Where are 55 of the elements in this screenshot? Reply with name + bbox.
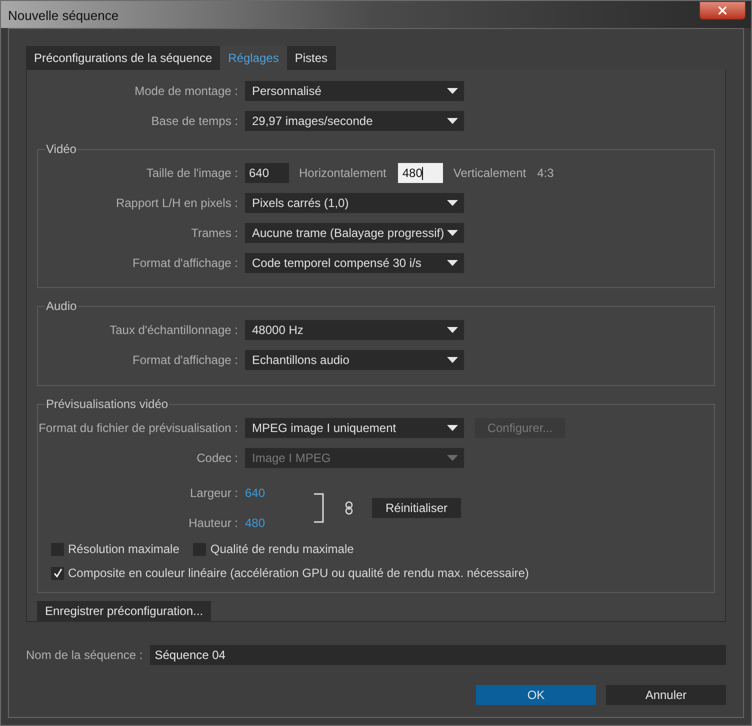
save-preset-button[interactable]: Enregistrer préconfiguration... <box>37 601 211 621</box>
field-label: Format d'affichage : <box>132 352 238 369</box>
close-button[interactable] <box>699 1 746 20</box>
dropdown[interactable]: 48000 Hz <box>245 320 464 340</box>
ok-button[interactable]: OK <box>476 685 596 705</box>
field-label: Mode de montage : <box>134 83 238 100</box>
tab[interactable]: Pistes <box>286 46 336 70</box>
checkbox[interactable] <box>51 566 64 580</box>
bracket-icon <box>314 493 324 523</box>
field-label: Verticalement <box>453 165 526 182</box>
field-label: Taux d'échantillonnage : <box>110 322 238 339</box>
dropdown-arrow-icon <box>447 260 458 266</box>
dropdown[interactable]: Personnalisé <box>245 81 464 101</box>
dropdown-arrow-icon <box>447 200 458 206</box>
dropdown-arrow-icon <box>447 230 458 236</box>
aspect-ratio: 4:3 <box>537 165 554 182</box>
dropdown-arrow-icon <box>447 356 458 364</box>
field-label: Codec : <box>196 450 238 467</box>
dropdown[interactable]: Pixels carrés (1,0) <box>245 193 464 213</box>
sequence-name-field[interactable]: Séquence 04 <box>150 645 726 665</box>
checkbox[interactable] <box>51 542 64 556</box>
field-label: Format du fichier de prévisualisation : <box>38 420 238 437</box>
dropdown-arrow-icon <box>447 326 458 334</box>
dropdown-arrow-icon <box>447 118 458 124</box>
dropdown[interactable]: 29,97 images/seconde <box>245 111 464 131</box>
checkbox-label: Qualité de rendu maximale <box>210 541 354 558</box>
dropdown[interactable]: MPEG image I uniquement <box>245 418 464 438</box>
window-title: Nouvelle séquence <box>8 7 119 25</box>
dropdown[interactable]: Code temporel compensé 30 i/s <box>245 253 464 273</box>
field-label: Trames : <box>191 225 238 242</box>
field-label: Largeur : <box>190 485 238 502</box>
dropdown-arrow-icon <box>447 454 458 462</box>
close-icon <box>716 4 729 17</box>
dropdown-arrow-icon <box>447 88 458 94</box>
field-label: Horizontalement <box>299 165 386 182</box>
tab[interactable]: Préconfigurations de la séquence <box>26 46 220 70</box>
checkbox[interactable] <box>193 542 206 556</box>
checkbox-label: Composite en couleur linéaire (accélération GPU ou qualité de rendu max. nécessaire) <box>68 565 529 582</box>
field-label: Hauteur : <box>188 515 238 532</box>
checkbox-label: Résolution maximale <box>68 541 180 558</box>
field-label: Taille de l'image : <box>146 165 238 182</box>
reset-button[interactable]: Réinitialiser <box>372 498 461 518</box>
height-field[interactable]: 480 <box>398 163 444 183</box>
field-label: Nom de la séquence : <box>26 647 143 664</box>
cancel-button[interactable]: Annuler <box>606 685 726 705</box>
field-label: Base de temps : <box>151 113 238 130</box>
width-field[interactable]: 640 <box>245 163 289 183</box>
field-label: Rapport L/H en pixels : <box>116 195 238 212</box>
chain-link-icon <box>345 501 353 515</box>
dropdown[interactable]: Aucune trame (Balayage progressif) <box>245 223 464 243</box>
check-icon <box>52 568 62 578</box>
dropdown[interactable]: Echantillons audio <box>245 350 464 370</box>
field-label: Format d'affichage : <box>132 255 238 272</box>
dropdown-arrow-icon <box>447 424 458 432</box>
tab[interactable]: Réglages <box>220 46 287 70</box>
